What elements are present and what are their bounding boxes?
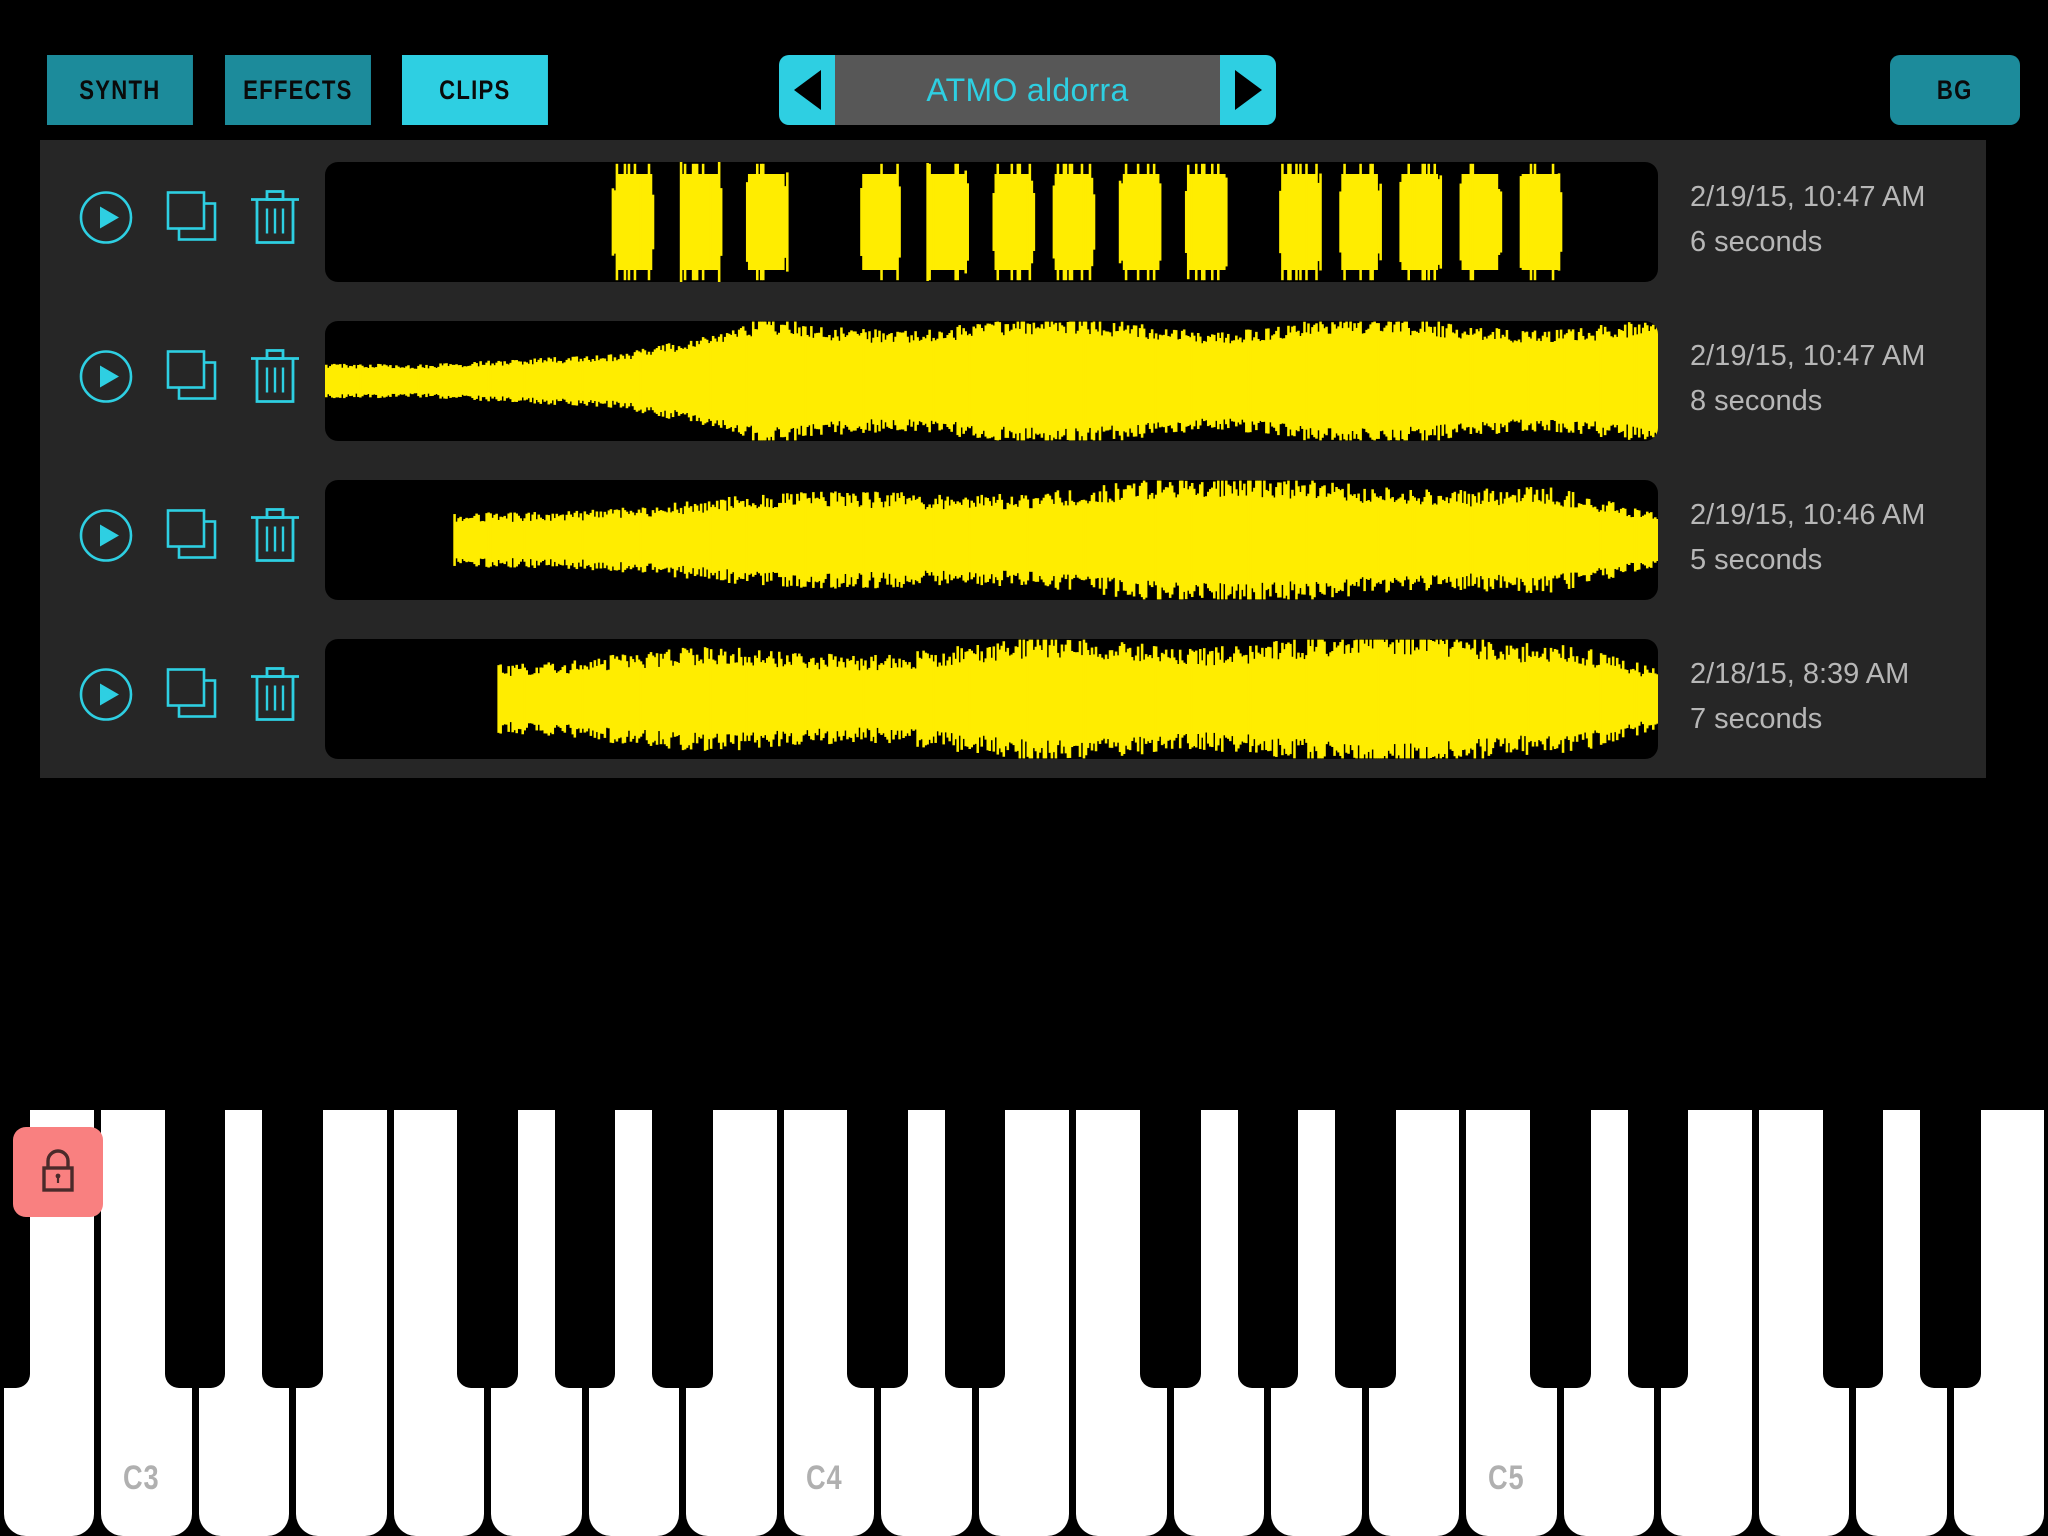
clip-play-button[interactable]	[78, 666, 134, 727]
black-key[interactable]	[457, 1110, 518, 1388]
clip-waveform[interactable]	[325, 480, 1658, 600]
clip-duration: 5 seconds	[1690, 543, 1823, 576]
clip-actions	[58, 140, 338, 299]
clip-play-button[interactable]	[78, 348, 134, 409]
play-circle-icon	[79, 508, 133, 562]
clip-waveform[interactable]	[325, 321, 1658, 441]
black-key[interactable]	[652, 1110, 713, 1388]
clip-delete-button[interactable]	[248, 505, 302, 570]
play-circle-icon	[79, 190, 133, 244]
trash-icon	[251, 666, 299, 721]
tab-group: SYNTH EFFECTS CLIPS	[31, 55, 564, 125]
clip-date: 2/19/15, 10:46 AM	[1690, 498, 1926, 531]
clip-metadata: 2/19/15, 10:47 AM 6 seconds	[1690, 140, 1990, 299]
black-key[interactable]	[1237, 1110, 1299, 1388]
trash-icon	[251, 507, 299, 562]
clip-actions	[58, 299, 338, 458]
clip-waveform[interactable]	[325, 639, 1658, 759]
clip-duration: 8 seconds	[1690, 384, 1823, 417]
piano-keyboard: C3 C4 C5	[0, 1110, 2048, 1536]
clip-row: 2/19/15, 10:46 AM 5 seconds	[40, 458, 1986, 617]
clip-play-button[interactable]	[78, 189, 134, 250]
clip-duplicate-button[interactable]	[163, 505, 223, 570]
preset-next-button[interactable]	[1220, 55, 1276, 125]
triangle-right-icon	[1234, 70, 1262, 110]
clip-play-button[interactable]	[78, 507, 134, 568]
black-key[interactable]	[1627, 1110, 1689, 1388]
clip-row: 2/19/15, 10:47 AM 6 seconds	[40, 140, 1986, 299]
clip-row: 2/19/15, 10:47 AM 8 seconds	[40, 299, 1986, 458]
black-key[interactable]	[945, 1110, 1006, 1388]
clip-duplicate-button[interactable]	[163, 187, 223, 252]
duplicate-icon	[166, 667, 217, 718]
top-bar: SYNTH EFFECTS CLIPS ATMO aldorra BG	[0, 0, 2048, 140]
clip-delete-button[interactable]	[248, 187, 302, 252]
preset-name[interactable]: ATMO aldorra	[835, 55, 1220, 125]
clip-date: 2/19/15, 10:47 AM	[1690, 180, 1926, 213]
tab-clips[interactable]: CLIPS	[402, 55, 549, 125]
black-key[interactable]	[262, 1110, 323, 1388]
clip-duration: 7 seconds	[1690, 702, 1823, 735]
triangle-left-icon	[793, 70, 821, 110]
clip-actions	[58, 617, 338, 776]
lock-icon	[42, 1149, 74, 1192]
clip-row: 2/18/15, 8:39 AM 7 seconds	[40, 617, 1986, 776]
tab-effects[interactable]: EFFECTS	[224, 55, 371, 125]
clip-duplicate-button[interactable]	[163, 346, 223, 411]
black-key[interactable]	[164, 1110, 226, 1388]
duplicate-icon	[166, 349, 217, 400]
clip-waveform[interactable]	[325, 162, 1658, 282]
black-key[interactable]	[554, 1110, 616, 1388]
clip-metadata: 2/19/15, 10:47 AM 8 seconds	[1690, 299, 1990, 458]
black-key[interactable]	[1822, 1110, 1884, 1388]
black-key[interactable]	[1140, 1110, 1201, 1388]
clips-list: 2/19/15, 10:47 AM 6 seconds 2/19/15, 10:…	[40, 140, 1986, 778]
tab-effects-label: EFFECTS	[242, 74, 353, 105]
tab-clips-label: CLIPS	[439, 74, 511, 105]
preset-selector: ATMO aldorra	[779, 55, 1276, 125]
preset-prev-button[interactable]	[779, 55, 835, 125]
tab-synth[interactable]: SYNTH	[46, 55, 193, 125]
clip-delete-button[interactable]	[248, 346, 302, 411]
bg-button-label: BG	[1937, 74, 1973, 105]
clip-actions	[58, 458, 338, 617]
duplicate-icon	[166, 190, 217, 241]
bg-button[interactable]: BG	[1890, 55, 2020, 125]
black-key[interactable]	[1530, 1110, 1591, 1388]
trash-icon	[251, 189, 299, 244]
clip-duplicate-button[interactable]	[163, 664, 223, 729]
black-key[interactable]	[847, 1110, 908, 1388]
clip-date: 2/19/15, 10:47 AM	[1690, 339, 1926, 372]
black-key[interactable]	[1920, 1110, 1981, 1388]
clip-metadata: 2/19/15, 10:46 AM 5 seconds	[1690, 458, 1990, 617]
duplicate-icon	[166, 508, 217, 559]
black-key[interactable]	[1335, 1110, 1396, 1388]
clip-duration: 6 seconds	[1690, 225, 1823, 258]
play-circle-icon	[79, 667, 133, 721]
lock-button[interactable]	[13, 1127, 103, 1217]
trash-icon	[251, 348, 299, 403]
clip-date: 2/18/15, 8:39 AM	[1690, 657, 1910, 690]
clip-delete-button[interactable]	[248, 664, 302, 729]
clip-metadata: 2/18/15, 8:39 AM 7 seconds	[1690, 617, 1990, 776]
play-circle-icon	[79, 349, 133, 403]
tab-synth-label: SYNTH	[79, 74, 161, 105]
